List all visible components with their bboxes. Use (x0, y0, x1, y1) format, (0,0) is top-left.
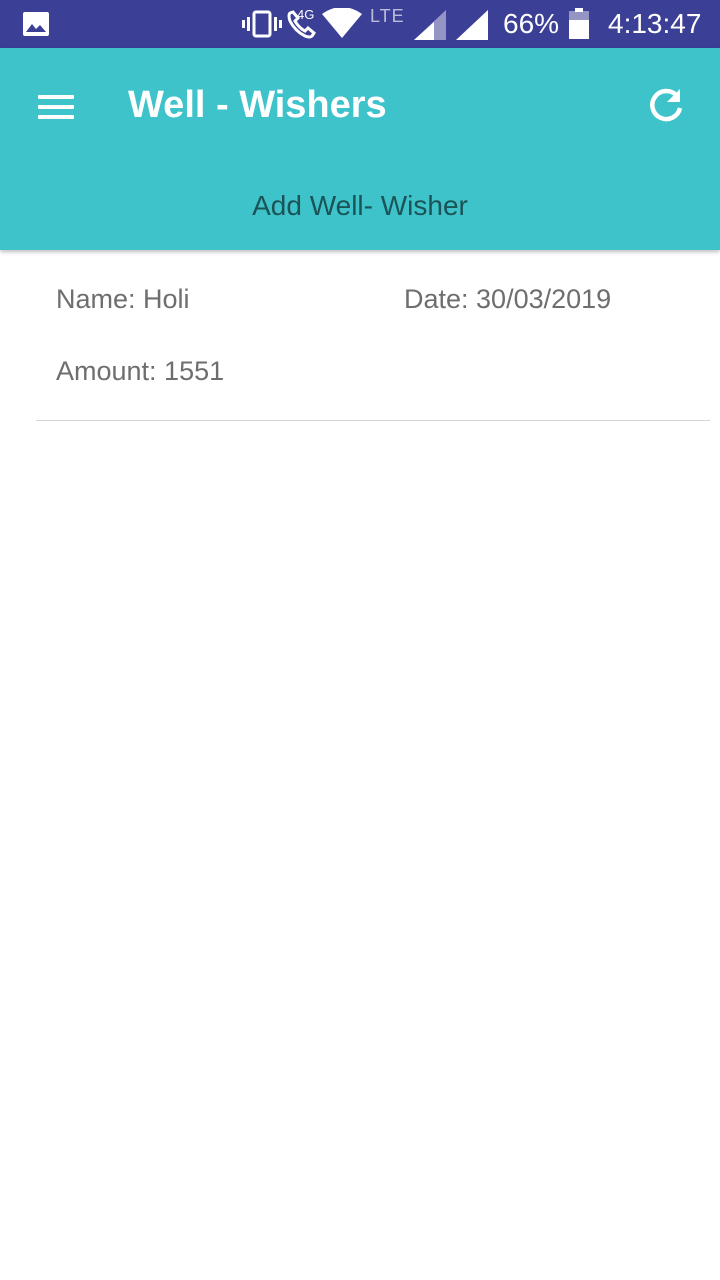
clock: 4:13:47 (608, 8, 702, 39)
gallery-icon (23, 12, 49, 36)
refresh-icon[interactable] (644, 84, 688, 128)
list-item[interactable]: Name: Holi Date: 30/03/2019 Amount: 1551 (36, 250, 710, 421)
menu-icon[interactable] (36, 92, 76, 124)
signal-icon (414, 10, 446, 40)
vibrate-icon (242, 10, 282, 38)
toolbar: Well - Wishers Add Well- Wisher (0, 48, 720, 250)
network-type: 4G (297, 7, 315, 22)
entry-amount: Amount: 1551 (56, 356, 225, 386)
lte-label: LTE (370, 6, 405, 26)
entry-name: Name: Holi (56, 284, 190, 314)
wifi-icon (322, 8, 362, 38)
signal-icon (456, 10, 488, 40)
entry-date: Date: 30/03/2019 (404, 284, 612, 314)
battery-percent: 66% (503, 8, 560, 39)
page-title: Well - Wishers (128, 84, 387, 126)
add-well-wisher-button[interactable]: Add Well- Wisher (0, 176, 720, 236)
battery-icon (569, 8, 589, 39)
status-bar: 4G LTE 66% 4:13:47 (0, 0, 720, 48)
